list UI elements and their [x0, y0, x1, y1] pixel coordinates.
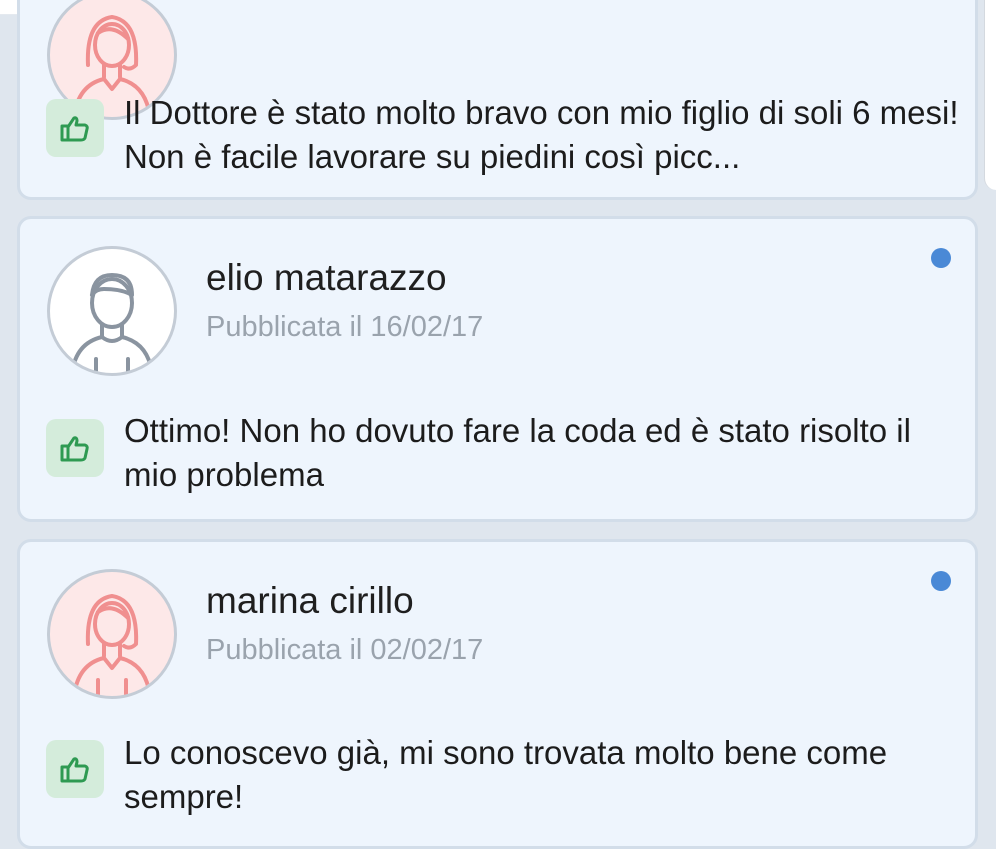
review-author: marina cirillo [206, 580, 414, 621]
thumbs-up-icon [60, 757, 89, 783]
male-avatar-icon [70, 273, 154, 373]
unread-dot [931, 248, 951, 268]
like-badge [46, 99, 104, 157]
male-avatar [47, 246, 177, 376]
unread-dot [931, 571, 951, 591]
review-text: Lo conoscevo già, mi sono trovata molto … [124, 734, 888, 815]
female-avatar-icon [72, 594, 152, 696]
review-date: Pubblicata il 02/02/17 [206, 634, 484, 666]
review-card[interactable]: marina cirillo Pubblicata il 02/02/17 Lo… [17, 539, 978, 849]
like-badge [46, 419, 104, 477]
thumbs-up-icon [60, 116, 89, 142]
scrollbar[interactable] [984, 0, 996, 190]
female-avatar [47, 569, 177, 699]
like-badge [46, 740, 104, 798]
review-card[interactable]: Il Dottore è stato molto bravo con mio f… [17, 0, 978, 200]
thumbs-up-icon [60, 436, 89, 462]
review-text: Il Dottore è stato molto bravo con mio f… [124, 94, 959, 175]
review-date: Pubblicata il 16/02/17 [206, 311, 484, 343]
review-author: elio matarazzo [206, 257, 447, 298]
review-text: Ottimo! Non ho dovuto fare la coda ed è … [124, 412, 911, 493]
review-card[interactable]: elio matarazzo Pubblicata il 16/02/17 Ot… [17, 216, 978, 522]
